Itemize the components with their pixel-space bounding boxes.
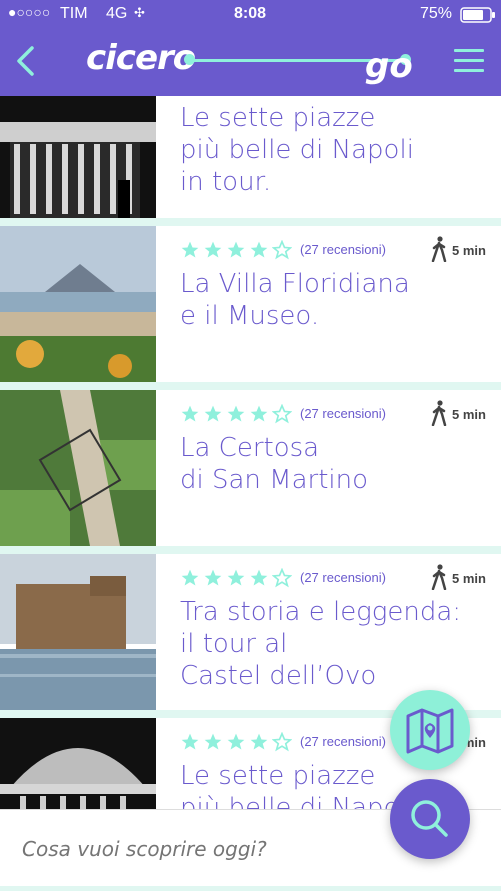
star-icon [204, 733, 222, 750]
walking-icon [431, 236, 447, 262]
star-icon [227, 405, 245, 422]
star-icon [250, 405, 268, 422]
tour-title[interactable]: La Villa Floridiana e il Museo. [180, 268, 490, 332]
review-count[interactable]: (27 recensioni) [300, 242, 386, 257]
map-button[interactable] [390, 690, 470, 770]
hamburger-menu-icon[interactable] [454, 49, 484, 73]
battery-icon [460, 7, 496, 28]
clock: 8:08 [234, 5, 267, 22]
star-icon [204, 569, 222, 586]
star-outline-icon [271, 567, 293, 588]
star-outline-icon [271, 239, 293, 260]
star-icon [250, 569, 268, 586]
tour-thumbnail [0, 554, 156, 710]
tour-duration: 5 min [452, 571, 486, 586]
star-icon [227, 241, 245, 258]
walking-icon [431, 564, 447, 590]
star-icon [181, 405, 199, 422]
star-outline-icon [271, 403, 293, 424]
star-icon [181, 241, 199, 258]
tour-card[interactable]: (27 recensioni) 5 min La Villa Floridian… [0, 226, 501, 382]
review-count[interactable]: (27 recensioni) [300, 570, 386, 585]
search-icon [411, 800, 448, 837]
star-icon [204, 241, 222, 258]
star-icon [250, 241, 268, 258]
tour-title[interactable]: Le sette piazze più belle di Napoli in t… [180, 102, 490, 198]
star-icon [250, 733, 268, 750]
review-count[interactable]: (27 recensioni) [300, 406, 386, 421]
tour-card[interactable]: Le sette piazze più belle di Napoli in t… [0, 96, 501, 218]
carrier: TIM [60, 5, 88, 22]
rating-stars [180, 731, 295, 752]
tour-thumbnail [0, 390, 156, 546]
status-bar: ●○○○○ TIM 4G ✣ 8:08 75% [0, 0, 501, 28]
tour-duration: 5 min [452, 243, 486, 258]
top-nav: cicero go [0, 28, 501, 96]
star-icon [181, 569, 199, 586]
tour-card[interactable]: (27 recensioni) 5 min Tra storia e legge… [0, 554, 501, 710]
star-outline-icon [271, 731, 293, 752]
tour-title[interactable]: Tra storia e leggenda: il tour al Castel… [180, 596, 490, 692]
logo-text-left: cicero [86, 38, 196, 78]
map-icon [406, 708, 454, 754]
logo-dot [184, 54, 195, 65]
search-button[interactable] [390, 779, 470, 859]
search-input[interactable] [20, 828, 384, 870]
walking-icon [431, 400, 447, 426]
star-icon [204, 405, 222, 422]
logo-text-right: go [365, 46, 413, 86]
star-icon [181, 733, 199, 750]
activity-icon: ✣ [134, 5, 145, 20]
review-count[interactable]: (27 recensioni) [300, 734, 386, 749]
rating-stars [180, 403, 295, 424]
rating-stars [180, 239, 295, 260]
tour-duration: 5 min [452, 407, 486, 422]
rating-stars [180, 567, 295, 588]
star-icon [227, 733, 245, 750]
tour-thumbnail [0, 718, 156, 809]
battery-level: 75% [420, 5, 453, 22]
tour-thumbnail [0, 226, 156, 382]
network: 4G [106, 5, 128, 22]
signal-icon: ●○○○○ [8, 4, 51, 20]
star-icon [227, 569, 245, 586]
tour-title[interactable]: La Certosa di San Martino [180, 432, 490, 496]
chevron-left-icon[interactable] [12, 44, 42, 78]
tour-card[interactable]: (27 recensioni) 5 min La Certosa di San … [0, 390, 501, 546]
tour-thumbnail [0, 96, 156, 218]
